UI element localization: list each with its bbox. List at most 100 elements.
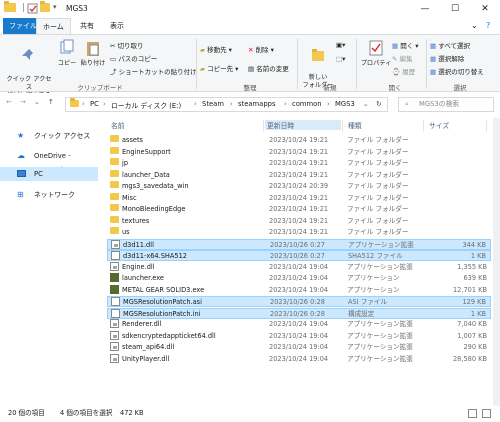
file-row[interactable]: MGSResolutionPatch.ini 2023/10/26 0:28 構成設… [107,307,491,319]
file-type: アプリケーション拡張 [347,354,413,363]
breadcrumb-drive[interactable]: ローカル ディスク (E:) [111,100,181,110]
column-header-name[interactable]: 名前 [111,120,125,130]
properties-label: プロパティ [360,60,392,67]
search-placeholder: MGS3の検索 [419,100,460,108]
open-button[interactable]: ▦ 開く ▾ [392,40,419,50]
move-to-button[interactable]: ▰ 移動先 ▾ [200,44,232,54]
help-icon[interactable]: ? [480,18,496,34]
file-row[interactable]: METAL GEAR SOLID3.exe 2023/10/24 19:04 アプリ… [107,284,491,296]
tab-view[interactable]: 表示 [104,18,130,34]
invert-selection-button[interactable]: ▦ 選択の切り替え [430,66,484,76]
file-row[interactable]: sdkencryptedappticket64.dll 2023/10/24 19… [107,330,491,342]
file-row[interactable]: d3d11.dll 2023/10/26 0:27 アプリケーション拡張 344 KB [107,238,491,250]
breadcrumb-mgs3[interactable]: MGS3 [335,100,355,108]
edit-label: 編集 [399,55,413,63]
file-type: ファイル フォルダー [347,182,409,190]
large-icons-view-icon[interactable] [482,409,491,418]
file-row[interactable]: Misc 2023/10/24 19:21 ファイル フォルダー [107,192,491,204]
rename-button[interactable]: ▤ 名前の変更 [248,63,289,73]
breadcrumb-common[interactable]: common [292,100,322,108]
select-all-label: すべて選択 [438,42,471,50]
nav-item-pc[interactable]: PC [0,167,98,181]
ribbon: クイック アクセス にピン留めする コピー 貼り付け ✂ 切り取り ▭ パスのコ… [0,34,500,99]
file-row[interactable]: MGSResolutionPatch.asi 2023/10/26 0:28 ASI… [107,296,491,307]
edit-button[interactable]: ✎ 編集 [392,53,413,63]
folder-icon [4,1,16,14]
item-count: 20 個の項目 [8,409,45,417]
file-row[interactable]: launcher_Data 2023/10/24 19:21 ファイル フォルダー [107,169,491,181]
file-size: 129 KB [462,298,486,306]
file-row[interactable]: MonoBleedingEdge 2023/10/24 19:21 ファイル フォル… [107,204,491,215]
dll-file-icon [110,342,119,351]
column-header-size[interactable]: サイズ [429,120,449,130]
refresh-icon[interactable]: ↻ [376,100,382,108]
file-type: ファイル フォルダー [347,170,409,179]
paste-button[interactable]: 貼り付け [80,39,106,68]
tab-home[interactable]: ホーム [36,18,71,34]
scissors-icon: ✂ [110,42,116,50]
nav-item-onedrive[interactable]: ☁ OneDrive - Personal [0,149,98,174]
breadcrumb-pc[interactable]: PC [90,100,99,108]
file-row[interactable]: d3d11-x64.SHA512 2023/10/26 0:27 SHA512 ファ… [107,250,491,261]
new-item-icon[interactable]: ▣▾ [336,41,345,49]
file-row[interactable]: EngineSupport 2023/10/24 19:21 ファイル フォルダー [107,146,491,158]
details-view-icon[interactable] [468,409,477,418]
file-name: METAL GEAR SOLID3.exe [122,285,205,294]
chevron-right-icon: › [194,100,197,108]
paste-shortcut-button[interactable]: ⤴ ショートカットの貼り付け [110,66,197,76]
back-icon[interactable]: ← [6,98,12,106]
file-row[interactable]: assets 2023/10/24 19:21 ファイル フォルダー [107,135,491,146]
file-name: mgs3_savedata_win [122,182,189,190]
nav-label: PC [34,170,43,178]
file-row[interactable]: launcher.exe 2023/10/24 19:04 アプリケーション 639 … [107,273,491,284]
file-row[interactable]: us 2023/10/24 19:21 ファイル フォルダー [107,227,491,238]
address-bar[interactable]: › PC › ローカル ディスク (E:) › Steam › steamapp… [65,97,388,112]
column-header-date[interactable]: 更新日時 [265,120,341,130]
file-row[interactable]: Engine.dll 2023/10/24 19:04 アプリケーション拡張 1,35… [107,261,491,273]
breadcrumb-steam[interactable]: Steam [202,100,224,108]
address-dropdown-icon[interactable]: ⌄ [363,100,369,108]
easy-access-icon[interactable]: ⬚▾ [336,55,345,63]
breadcrumb-steamapps[interactable]: steamapps [238,100,276,108]
nav-item-quick-access[interactable]: ★ クイック アクセス [0,129,98,143]
recent-chevron-down-icon[interactable]: ⌄ [34,98,40,106]
close-button[interactable]: ✕ [470,0,500,18]
properties-check-icon[interactable] [27,3,38,14]
forward-icon[interactable]: → [20,98,26,106]
file-date: 2023/10/26 0:27 [270,252,325,260]
cut-label: 切り取り [117,42,144,50]
file-row[interactable]: textures 2023/10/24 19:21 ファイル フォルダー [107,215,491,227]
navigation-pane: ★ クイック アクセス ☁ OneDrive - Personal PC ⊞ ネ… [0,118,102,406]
maximize-button[interactable]: ☐ [440,0,470,18]
title-bar: | ▾ MGS3 — ☐ ✕ [0,0,500,18]
delete-button[interactable]: ✕ 削除 ▾ [248,44,274,54]
search-input[interactable]: ⌕ MGS3の検索 [398,97,494,112]
nav-item-network[interactable]: ⊞ ネットワーク [0,188,98,202]
chevron-down-icon[interactable]: ▾ [53,3,64,14]
file-row[interactable]: mgs3_savedata_win 2023/10/24 20:39 ファイル フォ… [107,181,491,192]
copy-button[interactable]: コピー [56,39,78,68]
history-button[interactable]: ⌚ 履歴 [392,66,415,76]
select-all-button[interactable]: ▦ すべて選択 [430,40,470,50]
cut-button[interactable]: ✂ 切り取り [110,40,144,50]
pin-quick-access-button[interactable]: クイック アクセス にピン留めする [4,39,54,100]
properties-button[interactable]: プロパティ [360,39,392,68]
minimize-button[interactable]: — [410,0,440,18]
tab-share[interactable]: 共有 [74,18,100,34]
file-row[interactable]: UnityPlayer.dll 2023/10/24 19:04 アプリケーション拡… [107,353,491,365]
new-folder-quick-icon[interactable] [40,1,51,14]
copy-to-button[interactable]: ▰ コピー先 ▾ [200,63,238,73]
file-row[interactable]: steam_api64.dll 2023/10/24 19:04 アプリケーション拡… [107,342,491,353]
file-row[interactable]: jp 2023/10/24 19:21 ファイル フォルダー [107,158,491,169]
file-size: 12,701 KB [452,285,487,294]
copy-path-button[interactable]: ▭ パスのコピー [110,53,157,63]
folder-icon [110,135,119,142]
up-icon[interactable]: ↑ [48,98,54,106]
ribbon-divider [196,39,197,89]
file-name: assets [122,136,143,144]
scrollbar[interactable] [493,118,500,406]
select-none-button[interactable]: ▦ 選択解除 [430,53,464,63]
column-header-type[interactable]: 種類 [348,120,362,130]
chevron-right-icon: › [230,100,233,108]
file-row[interactable]: Renderer.dll 2023/10/24 19:04 アプリケーション拡張 7,… [107,319,491,330]
